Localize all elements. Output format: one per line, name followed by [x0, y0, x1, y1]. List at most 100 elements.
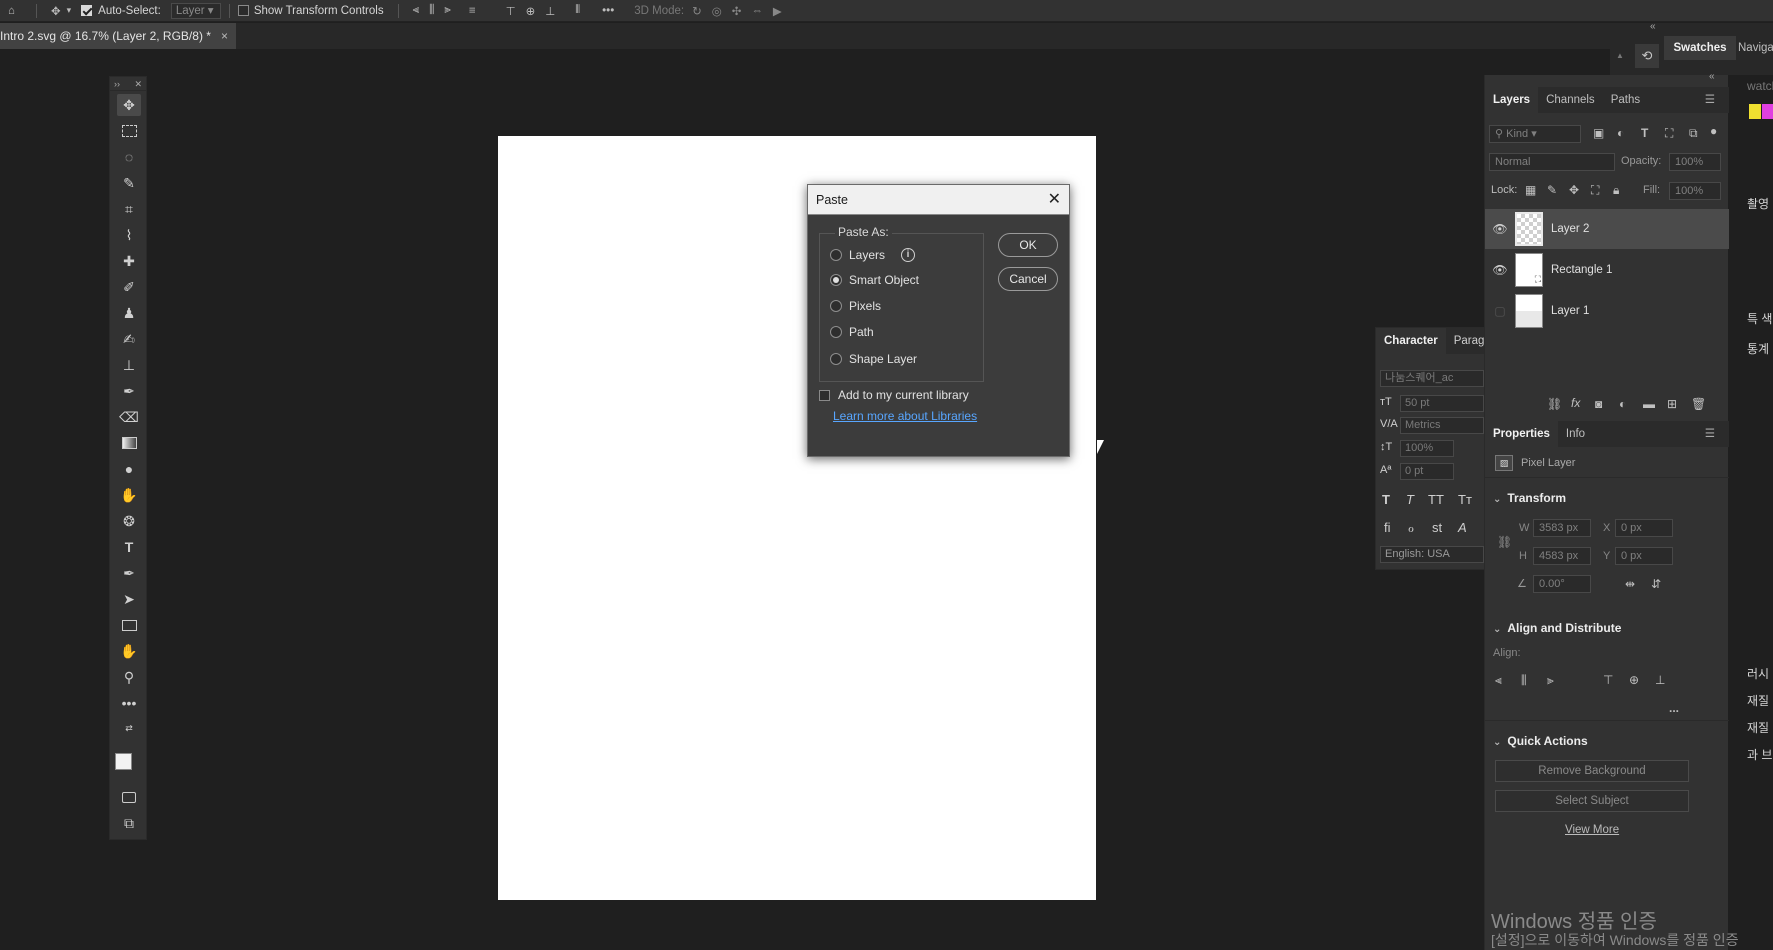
- tab-paths[interactable]: Paths: [1603, 87, 1648, 113]
- filter-shape-icon[interactable]: ⛶: [1665, 126, 1673, 141]
- angle-field[interactable]: 0.00°: [1533, 575, 1591, 593]
- link-proportions-icon[interactable]: ⛓: [1497, 535, 1512, 549]
- align-horizontal-centers-icon[interactable]: ⫼: [1521, 673, 1527, 688]
- radio-button[interactable]: [830, 326, 842, 338]
- swap-colors-icon[interactable]: ⇄: [117, 717, 141, 739]
- new-layer-icon[interactable]: ⊞: [1667, 397, 1677, 411]
- tab-character[interactable]: Character: [1376, 328, 1446, 354]
- info-icon[interactable]: i: [901, 248, 916, 262]
- align-bottom-edges-icon[interactable]: ⊥: [1655, 673, 1665, 687]
- quick-actions-section-header[interactable]: ⌄ Quick Actions: [1493, 734, 1588, 748]
- 3d-roll-icon[interactable]: ◎: [712, 4, 722, 18]
- filter-type-icon[interactable]: T: [1641, 126, 1648, 140]
- clone-stamp-tool-icon[interactable]: ♟: [117, 302, 141, 324]
- tab-info[interactable]: Info: [1558, 421, 1593, 447]
- flip-horizontal-icon[interactable]: ⇹: [1625, 577, 1635, 591]
- expand-toolbox-icon[interactable]: ››: [114, 77, 120, 90]
- add-mask-icon[interactable]: ◙: [1595, 397, 1602, 411]
- swatch-magenta[interactable]: [1762, 104, 1773, 119]
- radio-shape-layer[interactable]: Shape Layer: [830, 352, 917, 366]
- link-layers-icon[interactable]: ⛓: [1547, 397, 1562, 411]
- align-top-edges-icon[interactable]: ⊤: [1603, 673, 1613, 687]
- align-middle-icon[interactable]: ⊕: [526, 4, 536, 18]
- screen-mode-icon[interactable]: ⧉: [117, 812, 141, 834]
- view-more-link[interactable]: View More: [1565, 824, 1619, 836]
- layer-row-layer-1[interactable]: ▢ Layer 1: [1485, 291, 1729, 331]
- align-vertical-centers-icon[interactable]: ⊕: [1629, 673, 1639, 687]
- stylistic-alt-icon[interactable]: st: [1432, 520, 1442, 535]
- auto-select-target[interactable]: Layer ▾: [170, 2, 221, 19]
- fill-field[interactable]: 100%: [1669, 182, 1721, 200]
- history-brush-tool-icon[interactable]: ✍: [117, 328, 141, 350]
- scroll-up-icon[interactable]: ▲: [1616, 51, 1624, 60]
- move-tool-icon[interactable]: ✥: [117, 94, 141, 116]
- lock-artboard-icon[interactable]: ⛶: [1591, 183, 1599, 198]
- radio-path[interactable]: Path: [830, 325, 874, 339]
- document-tab[interactable]: Intro 2.svg @ 16.7% (Layer 2, RGB/8) * ×: [0, 23, 236, 49]
- path-selection-tool-icon[interactable]: ➤: [117, 588, 141, 610]
- home-icon[interactable]: ⌂: [8, 5, 22, 17]
- opacity-field[interactable]: 100%: [1669, 153, 1721, 171]
- baseline-shift-field[interactable]: 0 pt: [1400, 463, 1454, 480]
- collapse-dock-icon[interactable]: «: [1650, 21, 1656, 32]
- dodge-tool-icon[interactable]: ✋: [117, 484, 141, 506]
- language-field[interactable]: English: USA: [1380, 546, 1484, 563]
- lock-transparent-icon[interactable]: ▦: [1525, 183, 1536, 197]
- adjustment-layer-icon[interactable]: ◐: [1619, 397, 1626, 411]
- font-family-field[interactable]: 나눔스퀘어_ac: [1380, 370, 1484, 387]
- layer-filter-kind[interactable]: ⚲ Kind ▾: [1489, 125, 1581, 143]
- align-left-edges-icon[interactable]: ⫷: [1495, 673, 1502, 688]
- 3d-slide-icon[interactable]: ⇔: [751, 5, 763, 17]
- select-subject-button[interactable]: Select Subject: [1495, 790, 1689, 812]
- filter-toggle-icon[interactable]: ●: [1710, 124, 1717, 138]
- close-icon[interactable]: ✕: [1048, 185, 1061, 215]
- old-style-icon[interactable]: ℴ: [1408, 520, 1414, 536]
- eyedropper-tool-icon[interactable]: ⌇: [117, 224, 141, 246]
- tab-properties[interactable]: Properties: [1485, 421, 1558, 447]
- new-group-icon[interactable]: ▬: [1643, 397, 1655, 411]
- learn-more-link[interactable]: Learn more about Libraries: [833, 409, 977, 423]
- ok-button[interactable]: OK: [998, 233, 1058, 257]
- faux-italic-icon[interactable]: T: [1406, 492, 1414, 507]
- add-to-library-checkbox[interactable]: [819, 389, 830, 401]
- filter-pixel-icon[interactable]: ▣: [1593, 126, 1604, 140]
- crop-tool-icon[interactable]: ⌗: [117, 198, 141, 220]
- close-tab-icon[interactable]: ×: [221, 23, 228, 49]
- radio-pixels[interactable]: Pixels: [830, 299, 881, 313]
- eye-icon[interactable]: 👁︎: [1485, 263, 1515, 277]
- layer-row-rectangle-1[interactable]: 👁︎ ⛶ Rectangle 1: [1485, 250, 1729, 290]
- 3d-orbit-icon[interactable]: ↻: [692, 4, 702, 18]
- healing-brush-tool-icon[interactable]: ✚: [117, 250, 141, 272]
- x-field[interactable]: 0 px: [1615, 519, 1673, 537]
- move-tool-icon[interactable]: ✥: [51, 4, 61, 18]
- panel-menu-icon[interactable]: ☰: [1697, 421, 1723, 447]
- ligature-icon[interactable]: ﬁ: [1384, 520, 1391, 535]
- transform-section-header[interactable]: ⌄ Transform: [1493, 491, 1566, 505]
- vertical-scale-field[interactable]: 100%: [1400, 440, 1454, 457]
- auto-select-checkbox[interactable]: [81, 5, 93, 16]
- kerning-field[interactable]: Metrics: [1400, 417, 1484, 434]
- tab-channels[interactable]: Channels: [1538, 87, 1603, 113]
- lock-image-icon[interactable]: ✎: [1547, 183, 1557, 197]
- align-left-icon[interactable]: ⫷: [413, 4, 420, 17]
- more-tools-icon[interactable]: •••: [117, 692, 141, 714]
- toolbox-header[interactable]: ›› ✕: [110, 77, 146, 91]
- close-toolbox-icon[interactable]: ✕: [134, 77, 142, 90]
- width-field[interactable]: 3583 px: [1533, 519, 1591, 537]
- faux-bold-icon[interactable]: T: [1382, 492, 1390, 507]
- gradient-tool-icon[interactable]: [117, 432, 141, 454]
- distribute-vertical-icon[interactable]: ⫴: [575, 4, 580, 17]
- hand-tool-icon[interactable]: ✋: [117, 640, 141, 662]
- radio-smart-object[interactable]: Smart Object: [830, 273, 919, 287]
- filter-adjustment-icon[interactable]: ◐: [1617, 126, 1624, 140]
- pen-tool-icon[interactable]: ✒: [117, 562, 141, 584]
- layer-row-layer-2[interactable]: 👁︎ Layer 2: [1485, 209, 1729, 249]
- radio-button[interactable]: [830, 249, 842, 261]
- distribute-icon[interactable]: ≡: [469, 5, 476, 17]
- stamp-tool-icon[interactable]: ⊥: [117, 354, 141, 376]
- tab-layers[interactable]: Layers: [1485, 87, 1539, 113]
- quick-select-tool-icon[interactable]: ✎: [117, 172, 141, 194]
- flip-vertical-icon[interactable]: ⇵: [1651, 577, 1661, 591]
- 3d-camera-icon[interactable]: ▶: [773, 4, 782, 18]
- radio-layers[interactable]: Layers i: [830, 248, 916, 262]
